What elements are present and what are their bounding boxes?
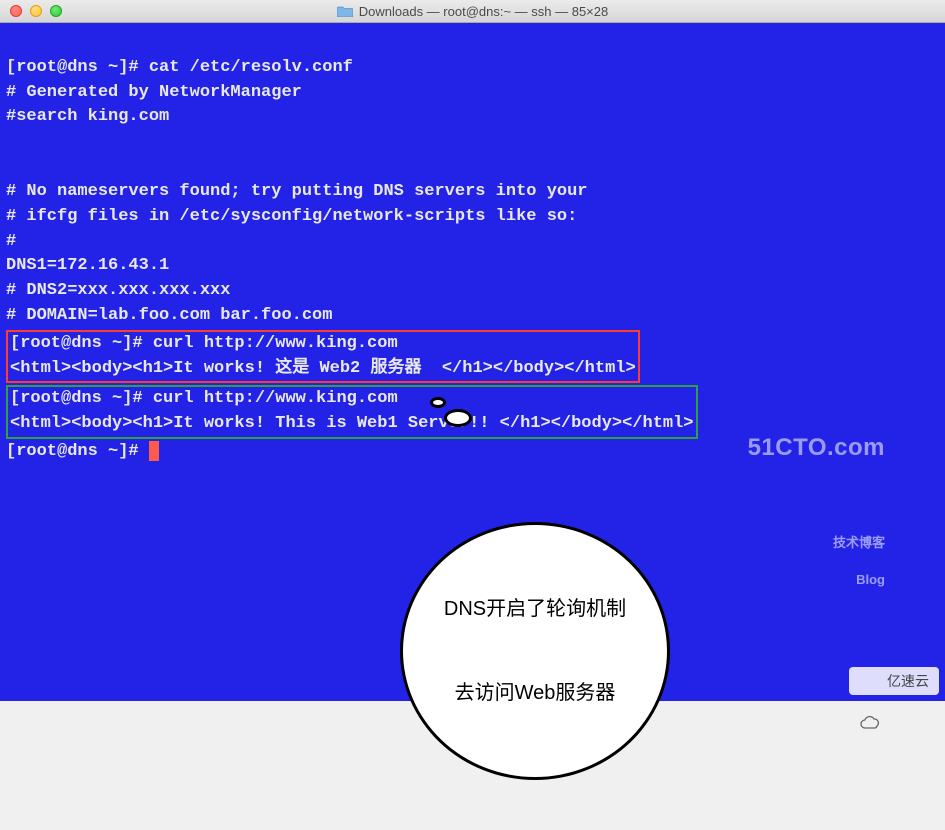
watermark-51cto: 51CTO.com 技术博客 Blog xyxy=(748,380,885,659)
bubble-body: DNS开启了轮询机制 去访问Web服务器 xyxy=(400,522,670,780)
watermark-text: Blog xyxy=(856,572,885,587)
watermark-yisu: 亿速云 xyxy=(849,667,939,695)
minimize-window-button[interactable] xyxy=(30,5,42,17)
bubble-tail-icon xyxy=(444,409,472,427)
callout-line: 去访问Web服务器 xyxy=(423,679,647,707)
terminal-line: # DNS2=xxx.xxx.xxx.xxx xyxy=(6,281,230,300)
cloud-icon xyxy=(859,674,881,688)
window-title: Downloads — root@dns:~ — ssh — 85×28 xyxy=(359,4,609,19)
terminal-line: [root@dns ~]# cat /etc/resolv.conf xyxy=(6,58,353,77)
watermark-text: 亿速云 xyxy=(887,671,929,691)
terminal-prompt: [root@dns ~]# xyxy=(6,442,149,461)
folder-icon xyxy=(337,5,353,17)
terminal-line: # No nameservers found; try putting DNS … xyxy=(6,182,588,201)
terminal-line: #search king.com xyxy=(6,107,169,126)
watermark-text: 51CTO.com xyxy=(748,430,885,465)
terminal-line: # ifcfg files in /etc/sysconfig/network-… xyxy=(6,207,577,226)
callout-line: DNS开启了轮询机制 xyxy=(423,595,647,623)
speech-bubble: DNS开启了轮询机制 去访问Web服务器 xyxy=(400,423,670,830)
terminal-line: [root@dns ~]# curl http://www.king.com xyxy=(10,389,398,408)
terminal-content[interactable]: [root@dns ~]# cat /etc/resolv.conf # Gen… xyxy=(0,23,945,701)
watermark-text: 技术博客 xyxy=(833,535,885,550)
terminal-line: # Generated by NetworkManager xyxy=(6,83,302,102)
terminal-line: # DOMAIN=lab.foo.com bar.foo.com xyxy=(6,306,332,325)
bubble-tail-icon xyxy=(430,397,446,408)
terminal-line: <html><body><h1>It works! 这是 Web2 服务器 </… xyxy=(10,359,636,378)
highlight-box-red: [root@dns ~]# curl http://www.king.com <… xyxy=(6,330,640,384)
terminal-line: DNS1=172.16.43.1 xyxy=(6,256,169,275)
window-title-wrap: Downloads — root@dns:~ — ssh — 85×28 xyxy=(0,4,945,19)
traffic-lights xyxy=(0,5,62,17)
zoom-window-button[interactable] xyxy=(50,5,62,17)
close-window-button[interactable] xyxy=(10,5,22,17)
terminal-line: # xyxy=(6,232,16,251)
window-titlebar: Downloads — root@dns:~ — ssh — 85×28 xyxy=(0,0,945,23)
terminal-cursor xyxy=(149,441,159,461)
terminal-line: [root@dns ~]# curl http://www.king.com xyxy=(10,334,398,353)
